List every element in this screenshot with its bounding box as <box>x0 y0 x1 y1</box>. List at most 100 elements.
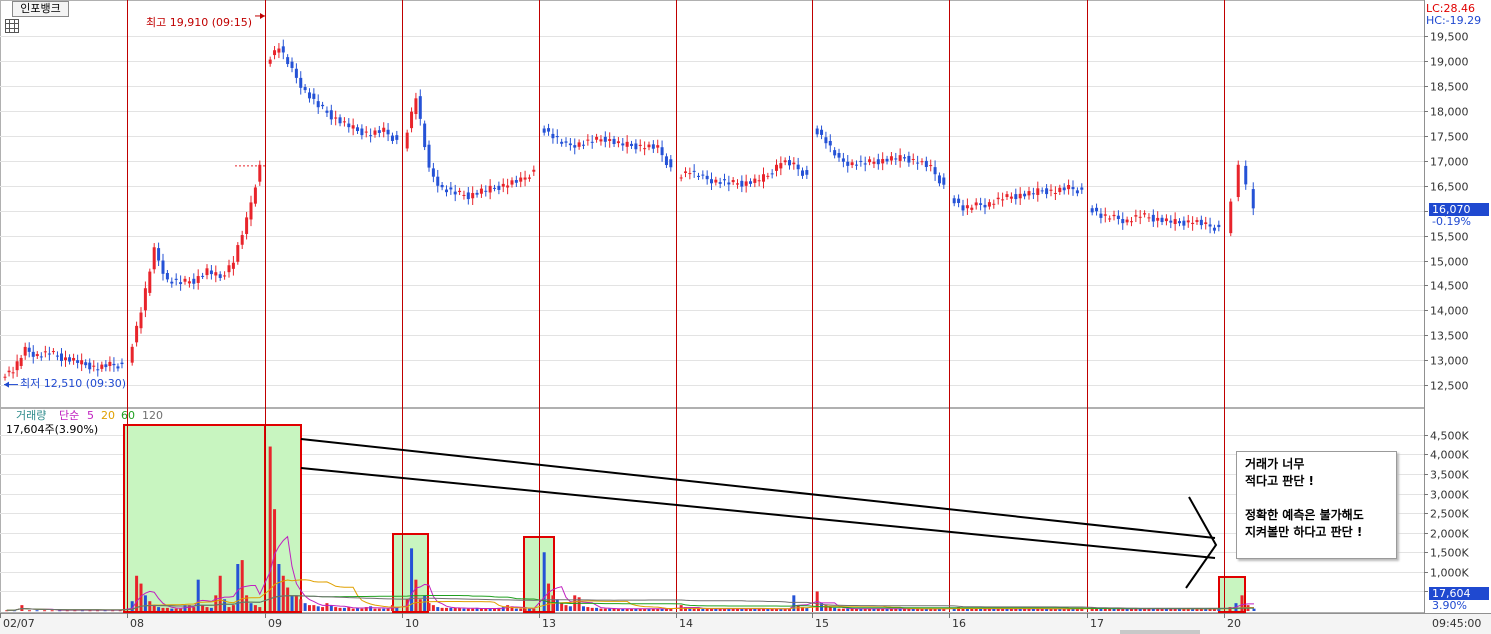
candle-10-12 <box>458 187 462 196</box>
candle-body <box>360 128 364 136</box>
volume-bar-09-11 <box>316 606 320 611</box>
volume-bar-08-23 <box>231 605 235 611</box>
volume-tick-label: 1,000K <box>1430 567 1469 580</box>
volume-bar-08-19 <box>214 595 218 611</box>
volume-bar-14-5 <box>701 608 705 611</box>
candle-17-9 <box>1129 216 1133 227</box>
candle-body <box>519 177 523 182</box>
candle-body <box>740 180 744 187</box>
candle-body <box>100 364 104 369</box>
volume-bar-09-13 <box>325 603 329 611</box>
candle-body <box>933 167 937 175</box>
candle-body <box>608 139 612 141</box>
candle-16-12 <box>1005 191 1009 201</box>
volume-bar-10-19 <box>488 608 492 611</box>
ma120-label[interactable]: 120 <box>142 409 163 422</box>
volume-bar-13-5 <box>564 605 568 611</box>
candle-body <box>3 376 7 378</box>
candle-body <box>59 353 63 361</box>
candle-body <box>39 356 43 358</box>
volume-bar-13-13 <box>599 608 603 611</box>
low-marker-arrowhead <box>4 381 9 388</box>
candle-body <box>68 357 72 362</box>
candle-02/07-4 <box>19 354 23 369</box>
volume-bar-13-14 <box>603 608 607 611</box>
ma5-label[interactable]: 5 <box>87 409 94 422</box>
volume-bar-10-11 <box>453 607 457 611</box>
candle-09-7 <box>299 71 303 95</box>
price-tick-label: 14,000 <box>1430 305 1469 318</box>
candle-08-18 <box>209 265 213 280</box>
candle-body <box>1018 193 1022 199</box>
ma20-label[interactable]: 20 <box>101 409 115 422</box>
candle-body <box>1108 218 1112 220</box>
candle-09-16 <box>338 114 342 127</box>
candle-17-28 <box>1212 224 1216 234</box>
candle-body <box>850 162 854 166</box>
scroll-thumb <box>1120 630 1200 634</box>
volume-bar-09-15 <box>334 607 338 611</box>
candle-body <box>1058 187 1062 193</box>
candle-body <box>120 362 124 365</box>
candle-body <box>638 144 642 146</box>
candle-16-29 <box>1080 183 1084 194</box>
candle-14-24 <box>783 157 787 166</box>
annotation-note: 거래가 너무 적다고 판단 ! 정확한 예측은 불가해도 지켜볼만 하다고 판단… <box>1236 451 1397 559</box>
candle-17-8 <box>1125 216 1129 226</box>
candle-body <box>157 248 161 261</box>
x-tick-label: 17 <box>1090 617 1104 630</box>
candle-body <box>630 143 634 146</box>
candle-15-18 <box>894 152 898 165</box>
candle-body <box>1143 213 1147 215</box>
volume-bar-08-24 <box>236 564 240 611</box>
volume-bar-10-28 <box>527 608 531 611</box>
candle-13-20 <box>630 140 634 149</box>
candle-body <box>924 160 928 167</box>
candle-body <box>227 265 231 273</box>
volume-bar-10-5 <box>427 603 431 611</box>
candle-08-5 <box>152 243 156 274</box>
candle-16-20 <box>1040 187 1044 194</box>
volume-bar-08-16 <box>201 605 205 611</box>
volume-bar-09-4 <box>286 587 290 611</box>
volume-bar-08-25 <box>240 560 244 611</box>
candle-body <box>859 160 863 162</box>
candle-13-2 <box>551 128 555 144</box>
candle-20-2 <box>1244 160 1248 190</box>
candle-14-14 <box>740 175 744 193</box>
candle-16-25 <box>1062 183 1066 195</box>
candle-08-2 <box>139 307 143 334</box>
candle-body <box>911 158 915 160</box>
volume-bar-02/07-6 <box>50 610 54 612</box>
candle-14-11 <box>727 175 731 192</box>
candle-body <box>766 175 770 177</box>
candle-body <box>1156 217 1160 221</box>
candle-body <box>942 177 946 185</box>
candle-02/07-5 <box>23 342 27 360</box>
volume-bar-09-27 <box>386 608 390 611</box>
volume-bar-10-26 <box>519 608 523 611</box>
candle-13-19 <box>625 135 629 154</box>
ma60-label[interactable]: 60 <box>121 409 135 422</box>
stock-name-box[interactable]: 인포뱅크 <box>12 1 69 17</box>
candle-body <box>815 128 819 135</box>
candle-body <box>325 110 329 113</box>
candle-body <box>174 278 178 280</box>
candle-15-25 <box>924 156 928 172</box>
candle-14-4 <box>697 172 700 180</box>
candle-body <box>603 136 607 142</box>
candle-body <box>1151 214 1155 222</box>
table-icon[interactable] <box>5 19 19 33</box>
candle-17-7 <box>1121 212 1125 230</box>
volume-panel-title[interactable]: 거래량 <box>16 409 46 422</box>
candle-body <box>294 68 298 78</box>
candle-body <box>1125 219 1129 223</box>
volume-bar-08-20 <box>218 575 222 611</box>
volume-bar-16-4 <box>970 608 974 611</box>
ma-label[interactable]: 단순 <box>59 409 79 422</box>
candle-10-14 <box>466 186 470 205</box>
candle-body <box>444 189 448 193</box>
candle-08-1 <box>135 321 139 347</box>
candle-body <box>506 185 510 188</box>
candle-08-17 <box>205 264 209 280</box>
